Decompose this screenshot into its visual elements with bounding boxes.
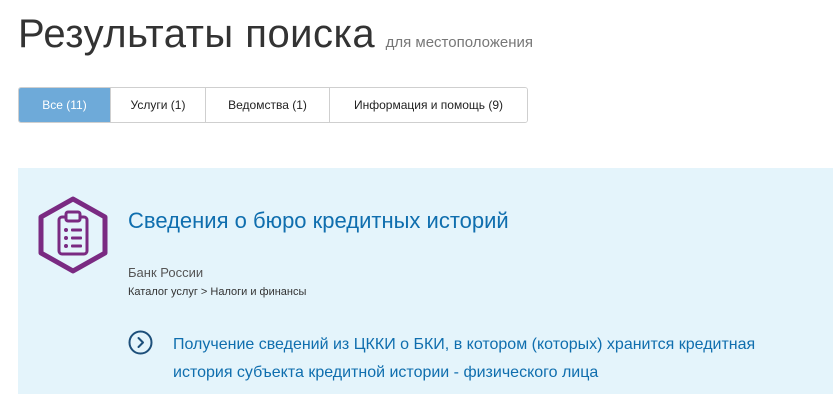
page-title: Результаты поиска xyxy=(18,12,376,56)
filter-tabs: Все (11) Услуги (1) Ведомства (1) Информ… xyxy=(18,87,528,123)
tab-departments[interactable]: Ведомства (1) xyxy=(206,88,330,122)
result-card: Сведения о бюро кредитных историй Банк Р… xyxy=(18,168,833,394)
clipboard-checklist-icon xyxy=(38,196,108,274)
tab-services[interactable]: Услуги (1) xyxy=(111,88,206,122)
sub-service-link[interactable]: Получение сведений из ЦККИ о БКИ, в кото… xyxy=(173,331,833,387)
chevron-right-circle-icon[interactable] xyxy=(128,330,153,355)
search-results-page: Результаты поиска для местоположения Все… xyxy=(0,0,833,394)
sub-service-link-line1: Получение сведений из ЦККИ о БКИ, в кото… xyxy=(173,336,756,353)
result-organization: Банк России xyxy=(128,265,204,280)
title-row: Результаты поиска для местоположения xyxy=(18,12,533,57)
tab-info-help[interactable]: Информация и помощь (9) xyxy=(330,88,527,122)
tab-all[interactable]: Все (11) xyxy=(19,88,111,122)
sub-service-link-line2: история субъекта кредитной истории - физ… xyxy=(173,364,599,381)
page-subtitle: для местоположения xyxy=(385,34,533,51)
result-title-link[interactable]: Сведения о бюро кредитных историй xyxy=(128,208,509,234)
result-breadcrumb: Каталог услуг > Налоги и финансы xyxy=(128,286,307,298)
